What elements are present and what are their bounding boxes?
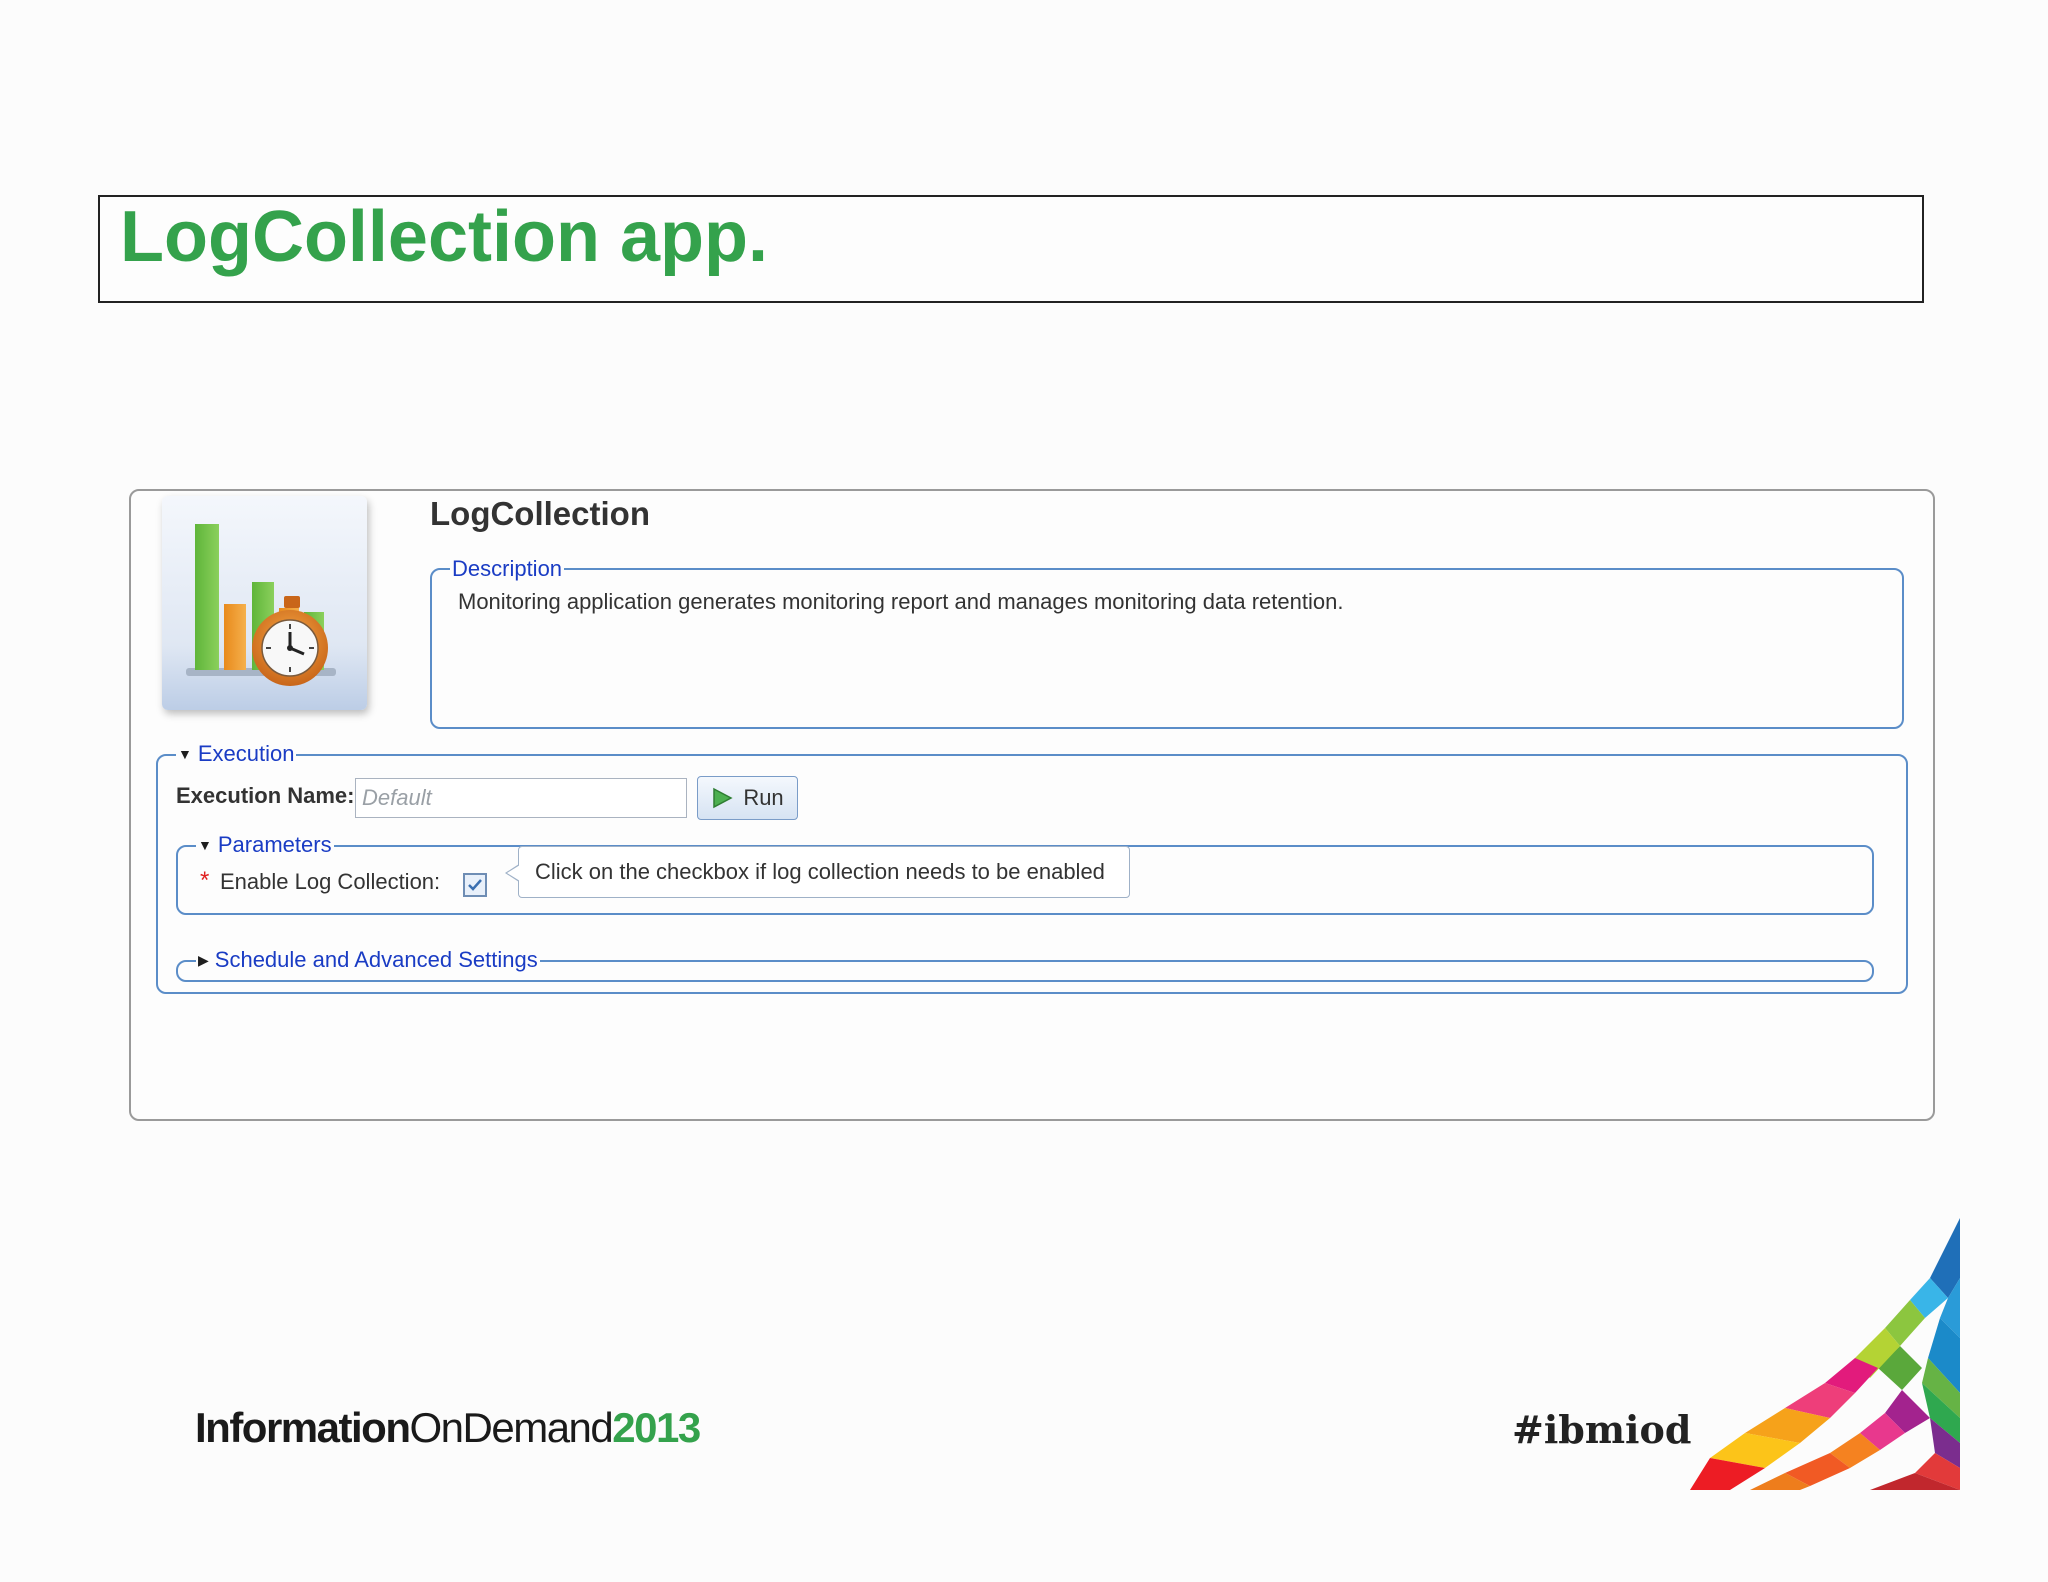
play-icon [713, 787, 733, 809]
required-marker: * [200, 867, 210, 894]
checkbox-tooltip: Click on the checkbox if log collection … [505, 846, 1130, 898]
schedule-group: ▶ Schedule and Advanced Settings [176, 948, 1874, 982]
execution-name-input[interactable] [355, 778, 687, 818]
description-text: Monitoring application generates monitor… [458, 589, 1344, 614]
checkmark-icon [468, 879, 482, 891]
run-button[interactable]: Run [697, 776, 798, 820]
expand-triangle-icon: ▼ [178, 746, 192, 762]
monitoring-chart-clock-icon [162, 496, 367, 710]
execution-name-label: Execution Name: [176, 783, 355, 808]
execution-legend[interactable]: ▼ Execution [176, 742, 296, 768]
description-group: Description [430, 557, 1904, 729]
enable-log-collection-label: Enable Log Collection: [220, 869, 441, 894]
slide-title: LogCollection app. [120, 197, 768, 277]
information-on-demand-logo: InformationOnDemand2013 [195, 1404, 701, 1451]
expand-triangle-icon: ▼ [198, 837, 212, 853]
hashtag: #ibmiod [1512, 1407, 1692, 1452]
description-legend: Description [452, 556, 563, 581]
enable-log-collection-checkbox[interactable] [463, 873, 487, 897]
app-name: LogCollection [430, 495, 650, 532]
parameters-legend-label: Parameters [217, 832, 332, 857]
parameters-legend[interactable]: ▼ Parameters [196, 833, 334, 859]
collapse-triangle-icon: ▶ [198, 952, 209, 968]
execution-legend-label: Execution [197, 741, 295, 766]
schedule-legend-label: Schedule and Advanced Settings [214, 947, 538, 972]
run-button-label: Run [743, 785, 784, 810]
iod-ribbon-logo [1690, 1218, 1960, 1490]
schedule-legend[interactable]: ▶ Schedule and Advanced Settings [196, 948, 540, 974]
